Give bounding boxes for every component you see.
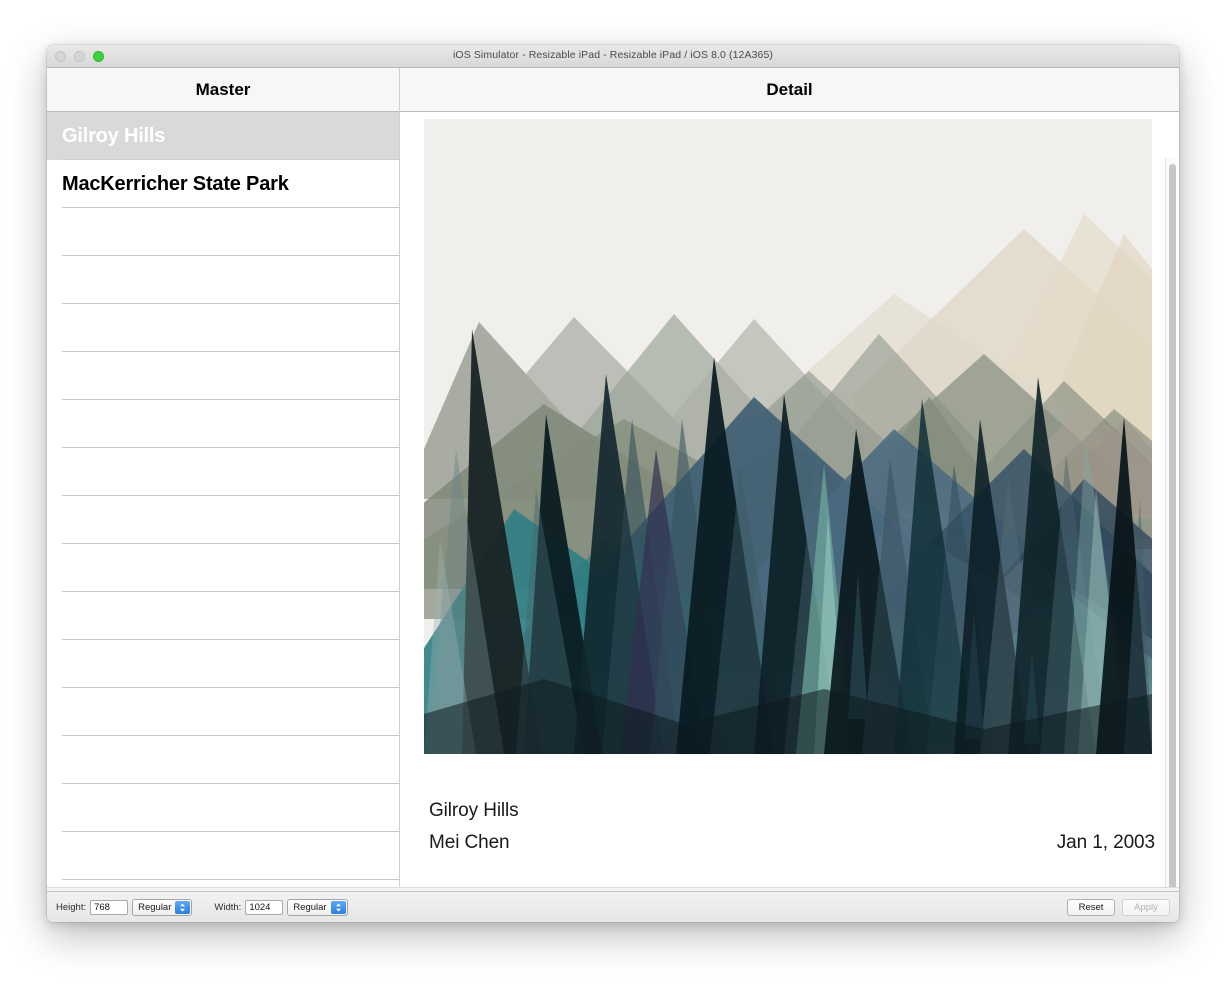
detail-scroll-area[interactable]: Gilroy Hills Mei Chen Jan 1, 2003: [400, 112, 1179, 901]
screen-root: iOS Simulator - Resizable iPad - Resizab…: [0, 0, 1227, 992]
list-item[interactable]: [47, 544, 399, 592]
detail-scrollbar-thumb[interactable]: [1168, 164, 1176, 901]
simulator-window: iOS Simulator - Resizable iPad - Resizab…: [47, 45, 1179, 922]
photo-metadata: Gilroy Hills Mei Chen Jan 1, 2003: [429, 800, 1155, 864]
detail-title: Detail: [766, 79, 813, 99]
photo-author-row: Mei Chen Jan 1, 2003: [429, 832, 1155, 864]
list-item[interactable]: [47, 448, 399, 496]
width-field-group: Width: Regular: [214, 898, 348, 916]
master-pane: Master Gilroy Hills MacKerricher State P…: [47, 68, 400, 901]
list-item[interactable]: [47, 400, 399, 448]
list-item-gilroy-hills[interactable]: Gilroy Hills: [47, 112, 399, 160]
photo-image: [424, 119, 1152, 754]
window-titlebar: iOS Simulator - Resizable iPad - Resizab…: [47, 45, 1179, 68]
height-field-group: Height: Regular: [56, 898, 193, 916]
list-item[interactable]: [47, 688, 399, 736]
list-item[interactable]: [47, 592, 399, 640]
list-item[interactable]: [47, 208, 399, 256]
row-separator: [62, 879, 399, 880]
list-item[interactable]: [47, 832, 399, 880]
list-item[interactable]: [47, 784, 399, 832]
list-item[interactable]: [47, 640, 399, 688]
resize-toolbar: Height: Regular Width: Regular: [47, 891, 1179, 922]
list-item[interactable]: [47, 736, 399, 784]
list-item-mackerricher-state-park[interactable]: MacKerricher State Park: [47, 160, 399, 208]
split-view: Master Gilroy Hills MacKerricher State P…: [47, 68, 1179, 901]
width-size-class-value: Regular: [293, 901, 327, 913]
height-input[interactable]: [90, 899, 129, 915]
window-title: iOS Simulator - Resizable iPad - Resizab…: [453, 49, 773, 61]
reset-button[interactable]: Reset: [1067, 898, 1115, 916]
detail-navigation-bar: Detail: [400, 68, 1179, 112]
list-item-label: MacKerricher State Park: [62, 172, 289, 195]
chevron-up-down-icon: [175, 900, 191, 914]
width-input[interactable]: [245, 899, 284, 915]
chevron-up-down-icon: [330, 900, 346, 914]
width-label: Width:: [214, 901, 242, 913]
photo-date: Jan 1, 2003: [1056, 832, 1155, 853]
list-item-label: Gilroy Hills: [62, 124, 166, 147]
detail-pane: Detail Gilroy Hills Mei Chen Jan 1, 2003: [400, 68, 1179, 901]
list-item[interactable]: [47, 256, 399, 304]
detail-vertical-scrollbar[interactable]: [1165, 158, 1177, 901]
list-item[interactable]: [47, 304, 399, 352]
master-table[interactable]: Gilroy Hills MacKerricher State Park: [47, 112, 399, 880]
photo-title: Gilroy Hills: [429, 800, 519, 821]
apply-button: Apply: [1122, 898, 1170, 916]
height-label: Height:: [56, 901, 87, 913]
photo-title-row: Gilroy Hills: [429, 800, 1155, 832]
height-size-class-select[interactable]: Regular: [132, 898, 193, 916]
simulator-body: Master Gilroy Hills MacKerricher State P…: [47, 68, 1179, 901]
master-navigation-bar: Master: [47, 68, 399, 112]
photo-author: Mei Chen: [429, 832, 510, 853]
list-item[interactable]: [47, 352, 399, 400]
height-size-class-value: Regular: [138, 901, 172, 913]
width-size-class-select[interactable]: Regular: [287, 898, 348, 916]
list-item[interactable]: [47, 496, 399, 544]
master-title: Master: [195, 79, 251, 99]
